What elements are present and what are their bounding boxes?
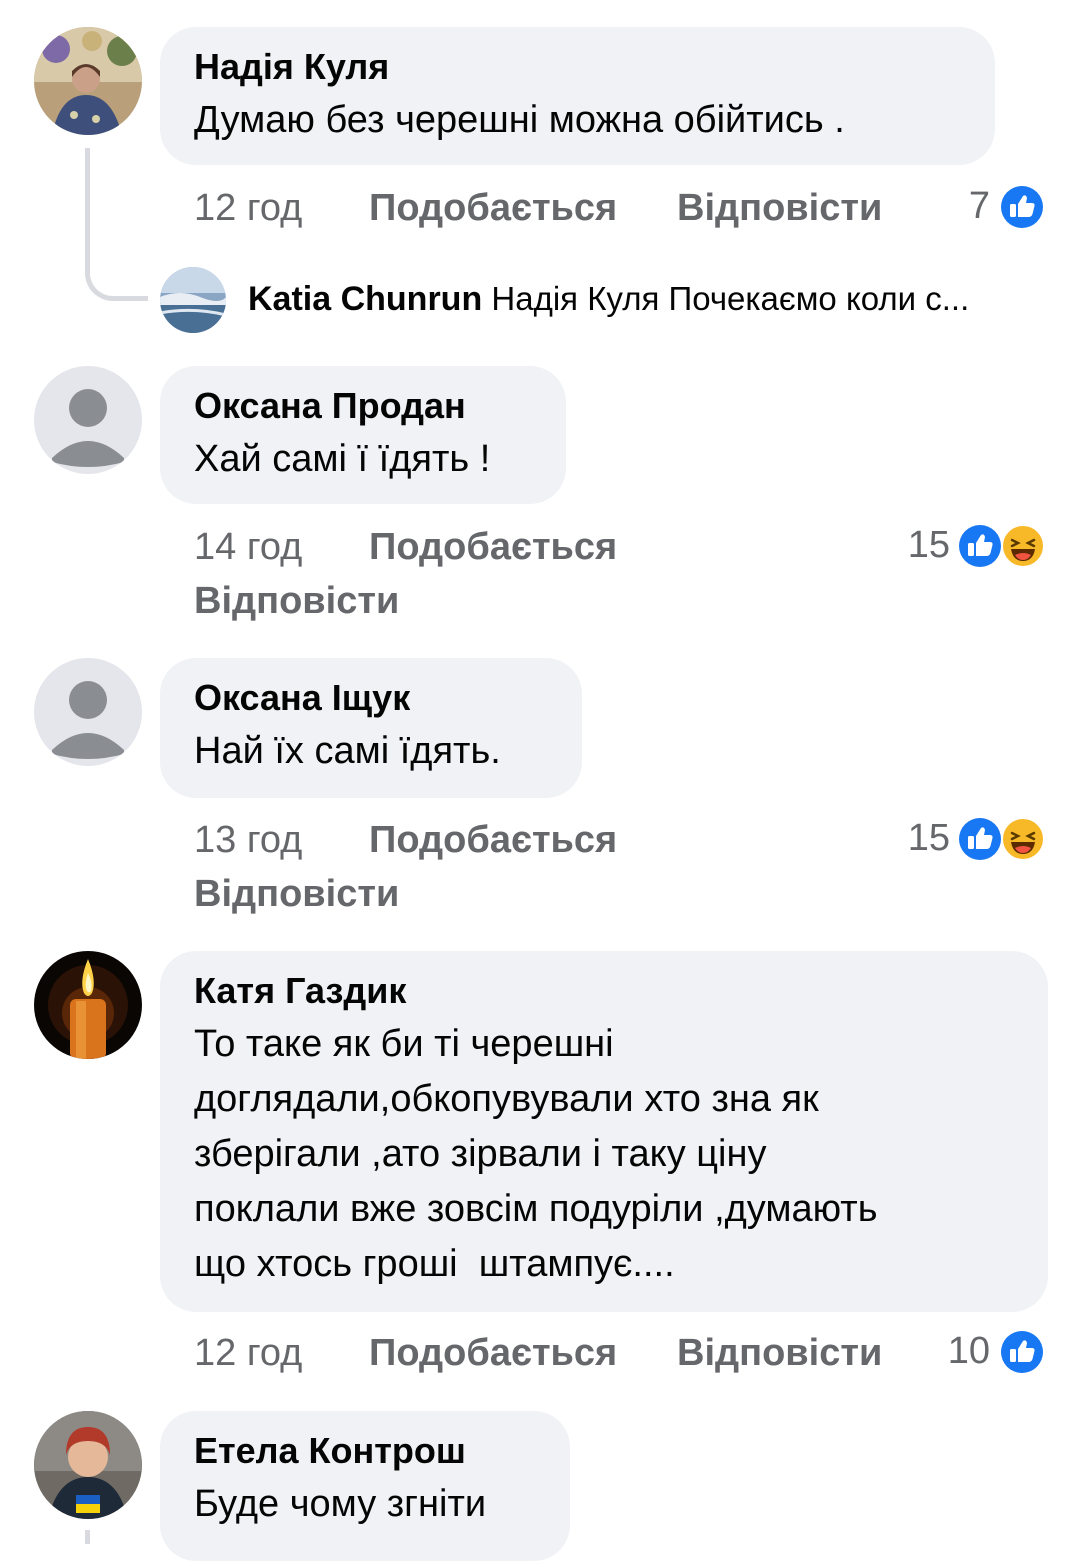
like-icon [1000,185,1044,229]
avatar-oksana-ishchuk[interactable] [34,658,142,766]
comment-bubble[interactable]: Оксана Іщук Най їх самі їдять. [160,658,582,798]
comment-author[interactable]: Надія Куля [194,45,963,89]
reply-text: Надія Куля Почекаємо коли с... [491,280,970,317]
comment-bubble[interactable]: Надія Куля Думаю без черешні можна обійт… [160,27,995,165]
comment-text: Думаю без черешні можна обійтись . [194,99,845,141]
reaction-count[interactable]: 15 [880,523,950,567]
thread-connector-line [85,148,90,268]
comment-text: То таке як би ті черешні доглядали,обкоп… [194,1023,878,1285]
like-button[interactable]: Подобається [369,1331,617,1375]
like-icon [1000,1330,1044,1374]
reply-button[interactable]: Відповісти [194,579,399,623]
reaction-count[interactable]: 10 [920,1329,990,1373]
like-button[interactable]: Подобається [369,818,617,862]
comment-text: Най їх самі їдять. [194,730,501,772]
comment-author[interactable]: Катя Газдик [194,969,1016,1013]
comment-time[interactable]: 14 год [194,525,302,569]
reaction-count[interactable]: 15 [880,816,950,860]
avatar-etela-kontrosh[interactable] [34,1411,142,1519]
reply-button[interactable]: Відповісти [194,872,399,916]
like-button[interactable]: Подобається [369,525,617,569]
avatar-oksana-prodan[interactable] [34,366,142,474]
reaction-count[interactable]: 7 [940,184,990,228]
reply-button[interactable]: Відповісти [677,186,882,230]
reply-preview[interactable]: Katia Chunrun Надія Куля Почекаємо коли … [248,278,969,320]
thread-connector-curve [85,262,148,301]
reply-author[interactable]: Katia Chunrun [248,280,482,318]
like-icon [958,524,1002,568]
comment-bubble[interactable]: Оксана Продан Хай самі ї їдять ! [160,366,566,504]
comment-time[interactable]: 12 год [194,186,302,230]
avatar-katia[interactable] [160,267,226,333]
comment-author[interactable]: Оксана Іщук [194,676,550,720]
avatar-nadia[interactable] [34,27,142,135]
comment-author[interactable]: Оксана Продан [194,384,534,428]
reply-button[interactable]: Відповісти [677,1331,882,1375]
avatar-katia-hazdyk[interactable] [34,951,142,1059]
comment-bubble[interactable]: Катя Газдик То таке як би ті черешні дог… [160,951,1048,1312]
comment-time[interactable]: 13 год [194,818,302,862]
comment-text: Буде чому згніти [194,1483,487,1525]
like-icon [958,817,1002,861]
comment-author[interactable]: Етела Контрош [194,1429,538,1473]
comment-text: Хай самі ї їдять ! [194,438,491,480]
comment-bubble[interactable]: Етела Контрош Буде чому згніти [160,1411,570,1561]
comment-time[interactable]: 12 год [194,1331,302,1375]
like-button[interactable]: Подобається [369,186,617,230]
haha-icon [1001,817,1045,861]
haha-icon [1001,524,1045,568]
thread-connector-line [85,1530,90,1544]
